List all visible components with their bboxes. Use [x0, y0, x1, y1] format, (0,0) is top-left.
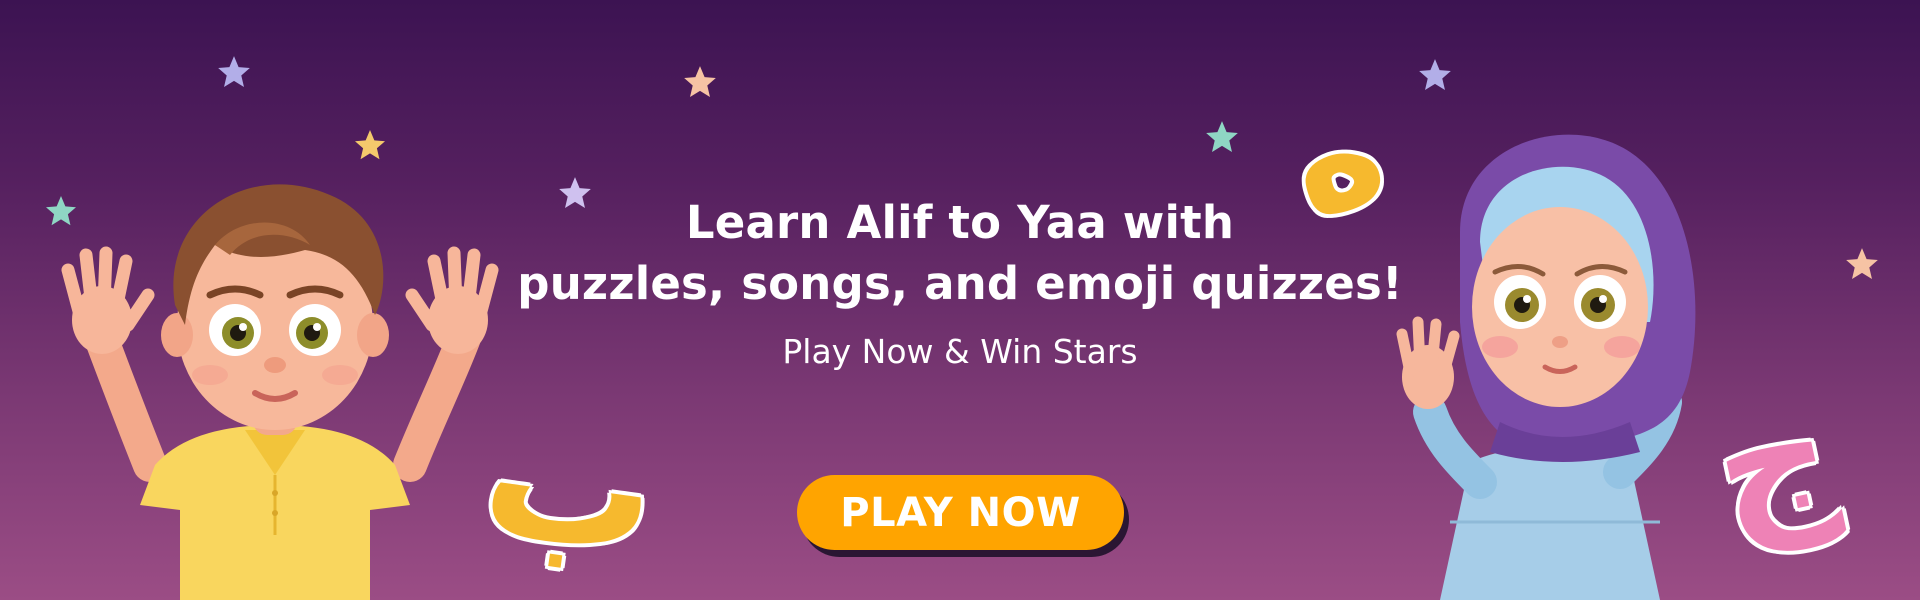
- headline: Learn Alif to Yaa with puzzles, songs, a…: [0, 192, 1920, 314]
- subtitle: Play Now & Win Stars: [782, 332, 1138, 371]
- promo-banner: ه ب ج Learn Alif to Yaa with puzzles, so…: [0, 0, 1920, 600]
- star-icon: [218, 56, 250, 88]
- star-icon: [355, 130, 385, 160]
- play-now-button[interactable]: PLAY NOW: [797, 475, 1124, 550]
- star-icon: [1206, 121, 1238, 153]
- star-icon: [1419, 59, 1451, 91]
- star-icon: [684, 66, 716, 98]
- headline-line-1: Learn Alif to Yaa with: [685, 196, 1235, 249]
- headline-line-2: puzzles, songs, and emoji quizzes!: [517, 257, 1403, 310]
